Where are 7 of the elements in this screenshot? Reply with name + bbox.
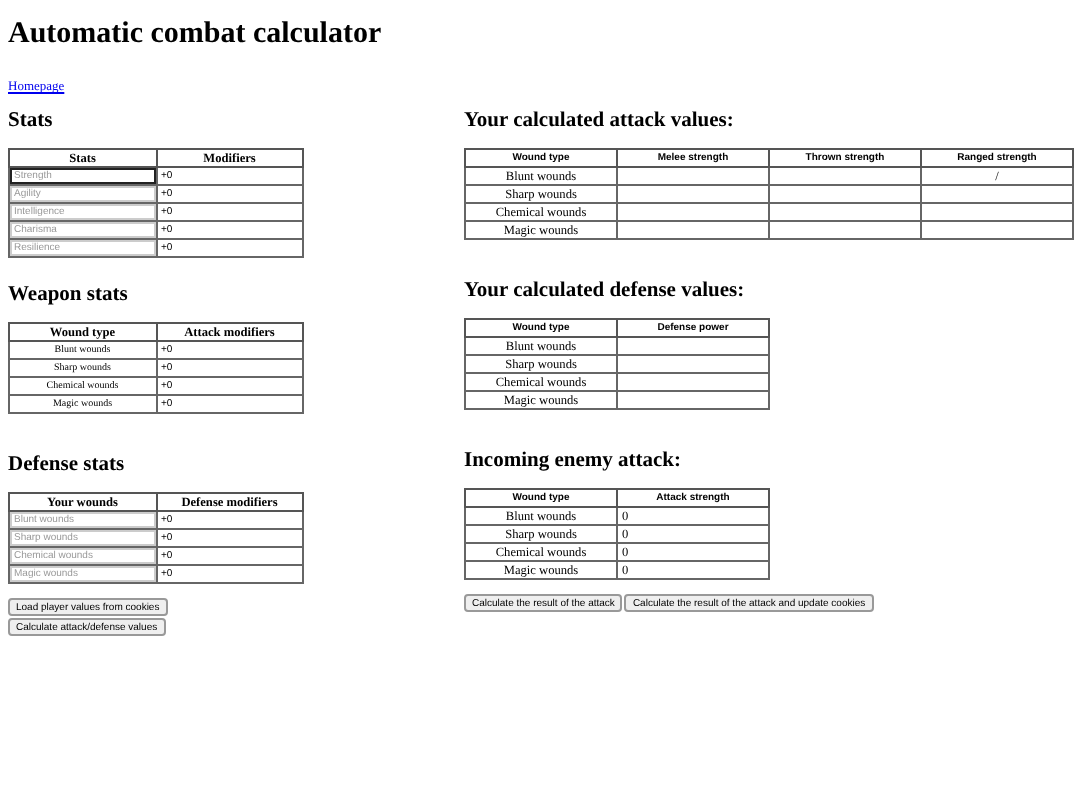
- section-heading: Defense stats: [8, 454, 127, 478]
- section-heading: Your calculated attack values:: [464, 110, 736, 134]
- page-title: Automatic combat calculator: [8, 16, 384, 52]
- section-heading: Weapon stats: [8, 284, 130, 308]
- section-heading: Incoming enemy attack:: [464, 450, 683, 474]
- section-heading: Stats: [8, 110, 55, 134]
- section-heading: Your calculated defense values:: [464, 280, 747, 304]
